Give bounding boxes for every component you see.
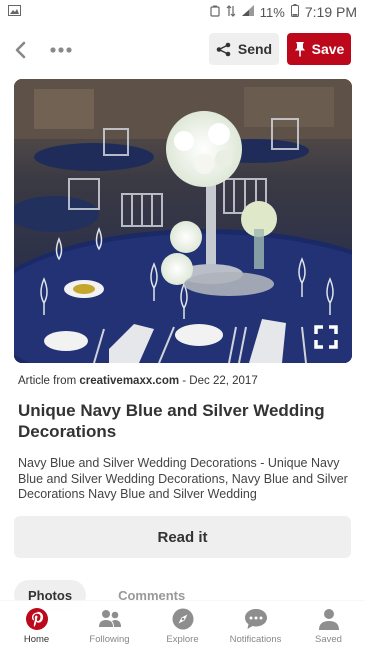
battery-saver-icon	[210, 5, 220, 20]
pin-icon	[294, 42, 305, 57]
chevron-left-icon	[15, 41, 26, 59]
expand-icon	[314, 325, 338, 349]
nav-saved[interactable]: Saved	[296, 607, 362, 645]
read-it-button[interactable]: Read it	[14, 516, 351, 558]
back-button[interactable]	[8, 36, 32, 64]
more-options-button[interactable]	[50, 36, 72, 64]
pinterest-logo-icon	[25, 607, 49, 631]
wedding-table-photo	[14, 79, 352, 363]
send-button[interactable]: Send	[209, 33, 279, 65]
nav-saved-label: Saved	[315, 634, 342, 645]
bottom-nav: Home Following Explore Notifications Sav…	[0, 600, 365, 650]
save-label: Save	[311, 41, 345, 57]
pin-description: Navy Blue and Silver Wedding Decorations…	[18, 456, 348, 501]
source-prefix: Article from	[18, 375, 80, 387]
article-source: Article from creativemaxx.com - Dec 22, …	[18, 375, 258, 387]
profile-icon	[317, 607, 341, 631]
pin-image[interactable]	[14, 79, 352, 363]
source-date: - Dec 22, 2017	[179, 375, 258, 387]
people-icon	[98, 607, 122, 631]
clock: 7:19 PM	[304, 4, 357, 20]
send-label: Send	[237, 41, 273, 57]
nav-home-label: Home	[23, 634, 50, 645]
battery-icon	[290, 4, 299, 20]
action-bar: Send Save	[0, 32, 365, 68]
image-notification-icon	[8, 5, 21, 19]
status-bar: 11% 7:19 PM	[0, 0, 365, 24]
share-icon	[216, 42, 231, 56]
expand-button[interactable]	[314, 325, 338, 349]
nav-notifications-label: Notifications	[229, 634, 282, 645]
nav-explore[interactable]: Explore	[150, 607, 216, 645]
nav-explore-label: Explore	[166, 634, 199, 645]
source-domain-link[interactable]: creativemaxx.com	[79, 375, 179, 387]
pin-title: Unique Navy Blue and Silver Wedding Deco…	[18, 401, 325, 441]
battery-percent: 11%	[259, 4, 285, 20]
nav-following-label: Following	[89, 634, 130, 645]
ellipsis-icon	[50, 47, 72, 53]
data-sync-icon	[226, 4, 236, 20]
signal-icon	[241, 5, 254, 19]
nav-home[interactable]: Home	[4, 607, 70, 645]
nav-following[interactable]: Following	[77, 607, 143, 645]
speech-bubble-icon	[244, 607, 268, 631]
compass-icon	[171, 607, 195, 631]
save-button[interactable]: Save	[287, 33, 351, 65]
nav-notifications[interactable]: Notifications	[223, 607, 289, 645]
